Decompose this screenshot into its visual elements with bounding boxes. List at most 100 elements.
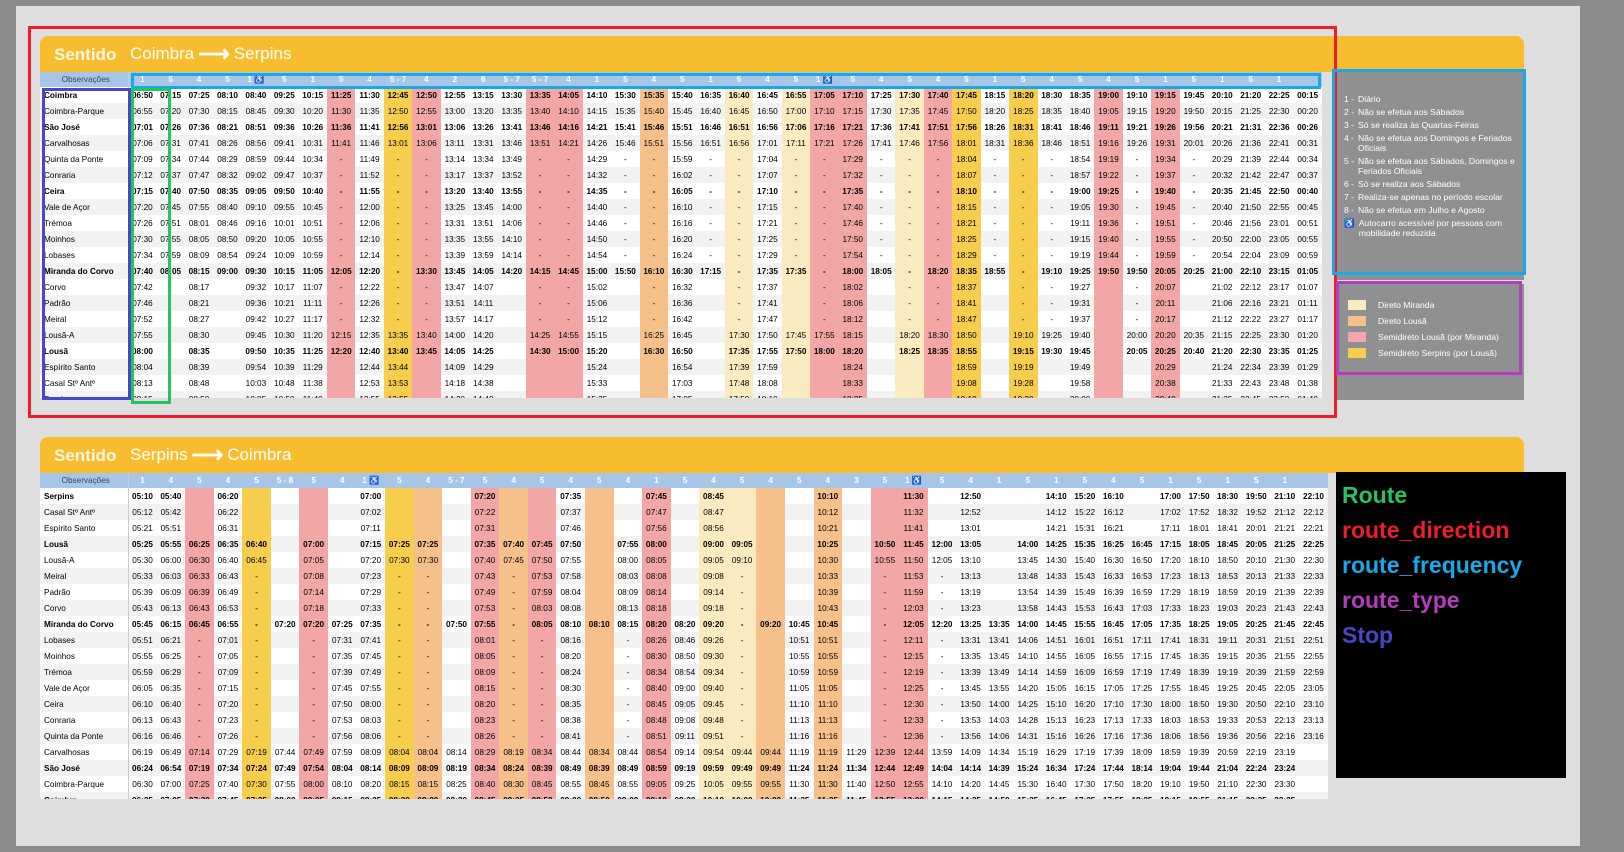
departure-time: 14:16 xyxy=(554,119,583,135)
departure-time: 18:40 xyxy=(1065,103,1095,119)
departure-time: - xyxy=(383,295,413,311)
table-row: Coimbra-Parque 06:55 07:20 07:30 08:15 08:45 0… xyxy=(40,103,1322,119)
departure-time: 07:23 xyxy=(217,715,239,725)
departure-time: - xyxy=(1050,282,1054,292)
departure-time: 15:06 xyxy=(582,295,612,311)
departure-time: 13:11 xyxy=(440,135,470,151)
departure-time: - xyxy=(499,696,528,712)
departure-time: 09:30 xyxy=(241,263,271,279)
departure-time: 09:05 xyxy=(670,696,700,712)
legend-text: Não se efetua em Julho e Agosto xyxy=(1358,205,1485,215)
departure-time: 08:19 xyxy=(499,744,528,760)
departure-time xyxy=(923,375,953,391)
departure-time: 08:45 xyxy=(527,776,557,792)
departure-time: 11:49 xyxy=(359,154,380,164)
departure-time: 07:30 xyxy=(385,552,414,568)
departure-time: 10:12 xyxy=(813,504,843,520)
departure-time: - xyxy=(1037,295,1066,311)
table-row: Moinhos 05:55 06:25-07:05- -07:35 07:45- -08:… xyxy=(40,648,1328,664)
departure-time: 05:12 xyxy=(128,504,157,520)
departure-time: 08:35 xyxy=(556,696,585,712)
departure-time: 10:01 xyxy=(274,218,295,228)
departure-time: 13:41 xyxy=(501,122,523,132)
route-type-label: Semidireto Lousã (por Miranda) xyxy=(1378,332,1499,342)
direction-to-1: Serpins xyxy=(233,44,292,63)
departure-time: 17:30 xyxy=(1074,779,1096,789)
observation-code: 5 xyxy=(326,72,356,87)
departure-time: 11:16 xyxy=(784,728,814,744)
observation-code: 1 xyxy=(128,72,157,87)
departure-time xyxy=(527,504,557,520)
departure-time: 14:20 xyxy=(497,263,526,279)
departure-time xyxy=(842,728,871,744)
departure-time xyxy=(412,375,441,391)
departure-time: 13:41 xyxy=(984,632,1014,648)
departure-time: 06:13 xyxy=(132,715,153,725)
departure-time: - xyxy=(385,648,414,664)
departure-time xyxy=(442,504,471,520)
departure-time: 17:30 xyxy=(1127,696,1157,712)
departure-time: 09:14 xyxy=(674,747,696,757)
departure-time: 17:15 xyxy=(696,263,725,279)
departure-time: 13:40 xyxy=(525,103,555,119)
departure-time: 19:52 xyxy=(1241,504,1271,520)
departure-time: 10:43 xyxy=(813,600,843,616)
departure-time: 17:16 xyxy=(810,119,839,135)
departure-time: 16:50 xyxy=(1131,555,1153,565)
departure-time: - xyxy=(527,632,557,648)
departure-time: 05:33 xyxy=(128,568,157,584)
departure-time xyxy=(1037,359,1066,375)
departure-time: 08:13 xyxy=(613,600,643,616)
departure-time: 07:35 xyxy=(242,792,271,799)
stop-name: Coimbra xyxy=(40,87,129,103)
departure-time: 22:10 xyxy=(1270,696,1300,712)
departure-time: 07:20 xyxy=(299,616,328,632)
departure-time: 22:21 xyxy=(1303,523,1324,533)
departure-time: 08:50 xyxy=(585,792,614,799)
departure-time: 09:55 xyxy=(756,776,785,792)
departure-time: 06:29 xyxy=(156,664,186,680)
departure-time xyxy=(1094,343,1123,359)
departure-time: 20:15 xyxy=(1208,103,1237,119)
departure-time: 21:04 xyxy=(1213,760,1242,776)
departure-time: 16:50 xyxy=(671,346,693,356)
departure-time: 07:14 xyxy=(299,584,328,600)
departure-time xyxy=(156,295,185,311)
departure-time: - xyxy=(413,696,443,712)
departure-time: 08:05 xyxy=(299,792,328,799)
departure-time: 17:50 xyxy=(753,327,782,343)
departure-time: 07:14 xyxy=(185,744,214,760)
departure-time: 17:52 xyxy=(1184,504,1214,520)
departure-time: 15:20 xyxy=(1074,491,1096,501)
departure-time: 17:45 xyxy=(781,327,811,343)
departure-time: 08:15 xyxy=(184,263,214,279)
departure-time xyxy=(781,295,811,311)
departure-time: 20:39 xyxy=(1241,664,1271,680)
departure-time xyxy=(980,359,1010,375)
departure-time: 07:56 xyxy=(327,728,357,744)
annotation-key-item: Route xyxy=(1342,482,1408,508)
departure-time: 18:26 xyxy=(984,122,1006,132)
departure-time: 17:40 xyxy=(923,87,953,103)
observation-code: 5 - 7 xyxy=(442,473,471,488)
departure-time: 07:36 xyxy=(188,122,210,132)
departure-time: 18:07 xyxy=(952,167,981,183)
departure-time: - xyxy=(242,728,271,744)
departure-time: 18:01 xyxy=(952,135,981,151)
departure-time: 23:01 xyxy=(1268,218,1290,228)
departure-time: 14:25 xyxy=(472,346,494,356)
departure-time: 11:13 xyxy=(789,715,810,725)
departure-time: 22:30 xyxy=(1303,555,1324,565)
departure-time: 13:35 xyxy=(440,231,470,247)
departure-time: 07:53 xyxy=(331,715,353,725)
observation-code: 5 xyxy=(156,72,185,87)
departure-time: - xyxy=(412,183,441,199)
stop-name: Serpins xyxy=(40,488,129,504)
departure-time: 18:31 xyxy=(1184,632,1214,648)
departure-time: 08:30 xyxy=(499,776,528,792)
departure-time: - xyxy=(870,600,900,616)
departure-time xyxy=(497,327,526,343)
departure-time: - xyxy=(1122,199,1152,215)
departure-time: 07:55 xyxy=(613,536,643,552)
departure-time: 12:25 xyxy=(899,680,928,696)
